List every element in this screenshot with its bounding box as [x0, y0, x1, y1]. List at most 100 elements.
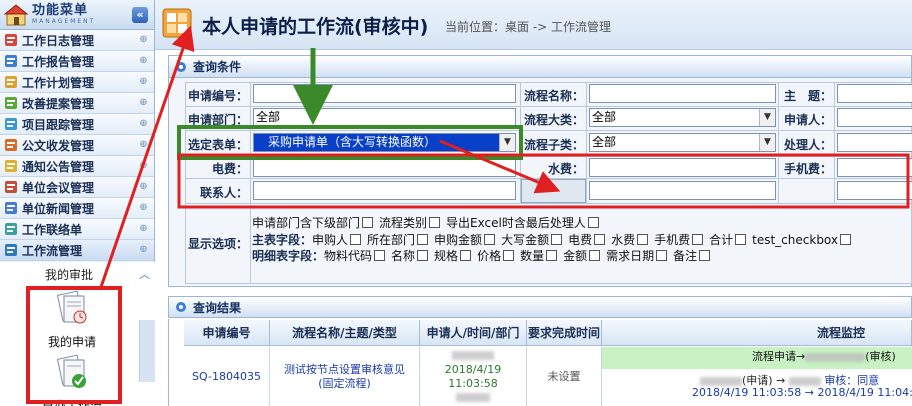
column-header: 流程监控: [602, 320, 912, 346]
my-application-icon: [56, 290, 87, 324]
chevron-down-icon[interactable]: ▼: [499, 134, 515, 151]
sidebar-title: 功能菜单: [32, 3, 89, 18]
option-checkbox[interactable]: [429, 217, 441, 228]
option-label: 水费: [611, 233, 636, 247]
expand-icon[interactable]: ⊕: [138, 35, 149, 46]
contact-extra-input[interactable]: [589, 181, 776, 200]
contact-label: 联系人：: [199, 186, 248, 200]
sidebar-item[interactable]: 改善提案管理 ⊕: [0, 93, 154, 114]
option-checkbox[interactable]: [484, 234, 496, 245]
option-checkbox[interactable]: [460, 250, 472, 261]
sidebar-item[interactable]: 工作联络单 ⊕: [0, 219, 154, 240]
option-checkbox[interactable]: [417, 234, 429, 245]
contact-extra2-input[interactable]: [837, 181, 912, 200]
expand-icon[interactable]: ⊕: [138, 245, 149, 256]
flow-name-link[interactable]: 测试按节点设置审核意见: [270, 363, 419, 377]
apply-dept-value: 全部: [256, 110, 281, 124]
option-checkbox[interactable]: [692, 234, 704, 245]
empty-cell: [521, 179, 586, 203]
apply-no-cell[interactable]: SQ-1804035: [184, 347, 270, 406]
water-fee-input[interactable]: [589, 158, 776, 177]
sidebar-item[interactable]: 工作计划管理 ⊕: [0, 72, 154, 93]
chevron-up-icon[interactable]: ︿: [139, 269, 151, 280]
sidebar-item[interactable]: 工作报告管理 ⊕: [0, 51, 154, 72]
option-label: 申购人: [312, 233, 349, 247]
expand-icon[interactable]: ⊕: [138, 56, 149, 67]
expand-icon[interactable]: ⊕: [138, 161, 149, 172]
expand-icon[interactable]: ⊕: [138, 203, 149, 214]
column-header: 要求完成时间: [527, 320, 602, 346]
options-row-3: 明细表字段：物料代码 名称 规格 价格 数量 金额 需求日期 备注: [252, 247, 716, 264]
chevron-down-icon[interactable]: ▼: [759, 134, 775, 151]
option-checkbox[interactable]: [417, 250, 429, 261]
sidebar-item[interactable]: 工作流管理 ⊕: [0, 240, 154, 261]
sidebar-item[interactable]: 公文收发管理 ⊕: [0, 135, 154, 156]
calendar-icon: [5, 34, 17, 46]
option-checkbox[interactable]: [699, 250, 711, 261]
flow-minor-label: 流程子类：: [523, 138, 584, 152]
option-checkbox[interactable]: [374, 250, 386, 261]
applicant-input[interactable]: [837, 108, 912, 127]
option-checkbox[interactable]: [546, 250, 558, 261]
expand-icon[interactable]: ⊕: [138, 77, 149, 88]
expand-icon[interactable]: ⊕: [138, 182, 149, 193]
flow-name-input[interactable]: [589, 84, 776, 103]
electric-fee-input[interactable]: [253, 158, 516, 177]
expand-icon[interactable]: ⊕: [138, 98, 149, 109]
flow-major-select[interactable]: 全部 ▼: [589, 108, 776, 127]
option-label: 合计: [709, 233, 734, 247]
option-checkbox[interactable]: [594, 234, 606, 245]
option-checkbox[interactable]: [362, 217, 374, 228]
expand-icon[interactable]: ⊕: [138, 140, 149, 151]
document-icon: [5, 139, 17, 151]
handler-input[interactable]: [837, 133, 912, 152]
sidebar-item[interactable]: 通知公告管理 ⊕: [0, 156, 154, 177]
flow-name-cell: 测试按节点设置审核意见 (固定流程): [270, 347, 420, 406]
done-workflow-entry[interactable]: 已办工作流: [22, 354, 122, 406]
option-label: 名称: [391, 249, 416, 263]
query-section-title: 查询条件: [193, 60, 242, 74]
sidebar-item[interactable]: 单位会议管理 ⊕: [0, 177, 154, 198]
section-bullet-icon: [176, 302, 186, 312]
project-icon: [5, 118, 17, 130]
apply-no-link[interactable]: SQ-1804035: [184, 370, 269, 384]
applicant-label: 申请人：: [783, 113, 832, 127]
phone-fee-input[interactable]: [837, 158, 912, 177]
option-checkbox[interactable]: [587, 217, 599, 228]
option-checkbox[interactable]: [735, 234, 747, 245]
query-panel-header: 查询条件: [169, 56, 911, 78]
expand-icon[interactable]: ⊕: [138, 119, 149, 130]
option-checkbox[interactable]: [637, 234, 649, 245]
subject-input[interactable]: [837, 84, 912, 103]
breadcrumb: 当前位置：桌面 -> 工作流管理: [445, 20, 612, 34]
option-checkbox[interactable]: [503, 250, 515, 261]
sidebar-item-label: 公文收发管理: [22, 138, 95, 153]
my-application-entry[interactable]: 我的申请: [22, 290, 122, 350]
option-checkbox[interactable]: [589, 250, 601, 261]
option-checkbox[interactable]: [840, 234, 852, 245]
flow-minor-select[interactable]: 全部 ▼: [589, 133, 776, 152]
option-checkbox[interactable]: [350, 234, 362, 245]
expand-icon[interactable]: ⊕: [138, 224, 149, 235]
collapse-sidebar-button[interactable]: «: [132, 7, 148, 23]
option-label: 手机费: [654, 233, 691, 247]
redacted-name: [452, 351, 494, 360]
results-section-title: 查询结果: [193, 300, 242, 315]
sidebar-subtitle: MANAGEMENT: [32, 18, 96, 25]
option-checkbox[interactable]: [551, 234, 563, 245]
proposal-icon: [5, 97, 17, 109]
option-label: 需求日期: [606, 249, 655, 263]
sidebar-item[interactable]: 项目跟踪管理 ⊕: [0, 114, 154, 135]
sidebar-item[interactable]: 单位新闻管理 ⊕: [0, 198, 154, 219]
select-form-select[interactable]: 采购申请单（含大写转换函数） ▼: [253, 133, 516, 152]
contact-input[interactable]: [253, 181, 516, 200]
my-application-label: 我的申请: [47, 335, 96, 349]
apply-dept-select[interactable]: 全部: [253, 108, 516, 127]
submenu-scrollbar[interactable]: [139, 320, 155, 382]
chevron-down-icon[interactable]: ▼: [759, 109, 775, 126]
sidebar-item-label: 工作报告管理: [22, 54, 95, 69]
option-checkbox[interactable]: [656, 250, 668, 261]
sidebar-item[interactable]: 工作日志管理 ⊕: [0, 30, 154, 51]
apply-no-input[interactable]: [253, 84, 516, 103]
section-bullet-icon: [176, 61, 186, 72]
